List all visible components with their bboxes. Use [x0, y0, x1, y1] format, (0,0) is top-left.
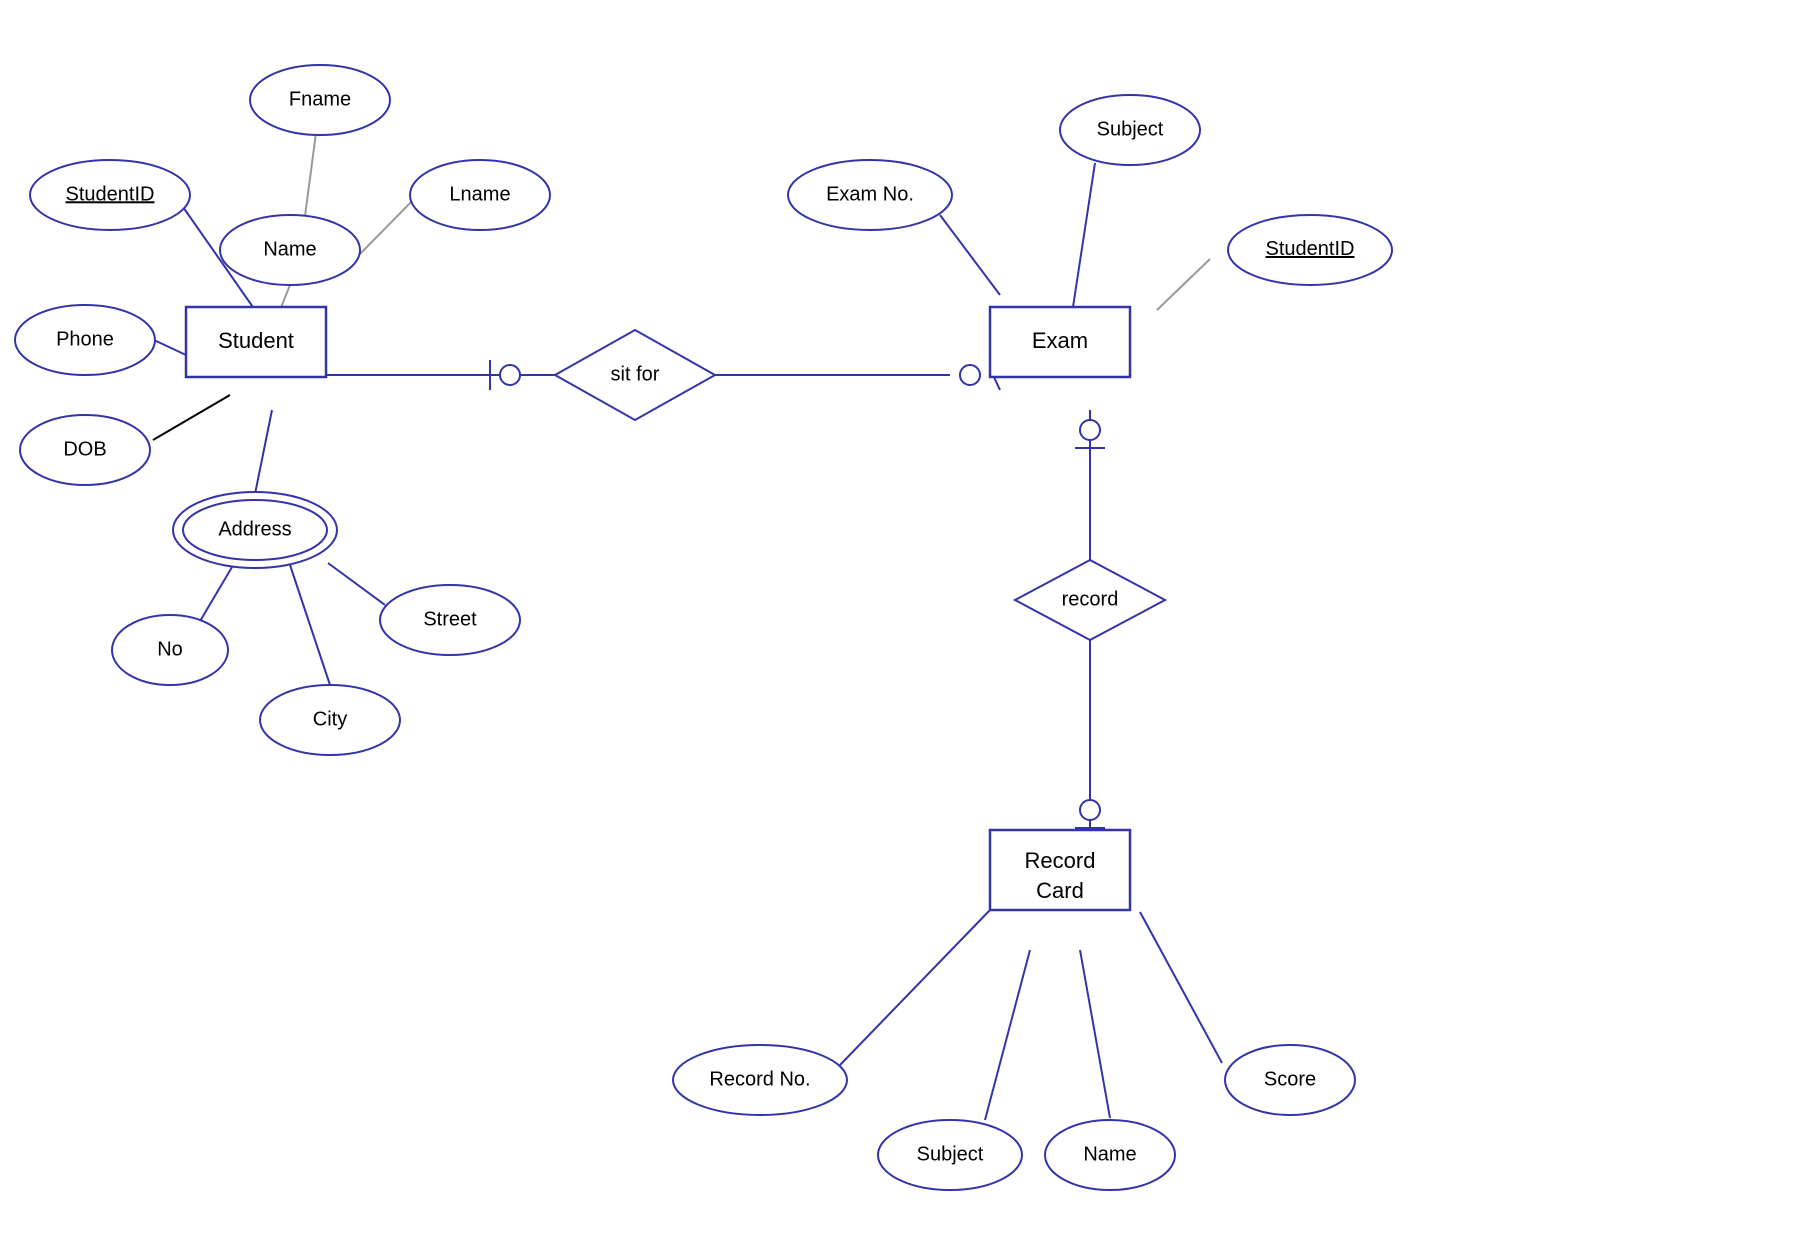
line-subject-rc: [985, 950, 1030, 1120]
line-phone-student: [154, 340, 186, 355]
line-recordno-rc: [840, 910, 990, 1065]
circle-zero-student: [500, 365, 520, 385]
attr-address-label: Address: [218, 518, 291, 540]
line-studentid-exam: [1157, 259, 1210, 310]
rel-record-label: record: [1062, 588, 1119, 610]
circle-record-rc: [1080, 800, 1100, 820]
attr-name-label: Name: [263, 238, 316, 260]
attr-studentid-exam-label: StudentID: [1266, 238, 1355, 260]
attr-examno-label: Exam No.: [826, 183, 914, 205]
circle-exam-record: [1080, 420, 1100, 440]
attr-subject-exam-label: Subject: [1097, 118, 1164, 140]
attr-recordno-label: Record No.: [709, 1068, 810, 1090]
attr-street-label: Street: [423, 608, 477, 630]
line-subject-exam: [1073, 163, 1095, 307]
entity-rc-label-1: Record: [1025, 848, 1096, 873]
attr-fname-label: Fname: [289, 88, 351, 110]
rel-sitfor-label: sit for: [611, 363, 660, 385]
line-fname-name: [305, 133, 316, 216]
attr-score-label: Score: [1264, 1068, 1316, 1090]
entity-student-label: Student: [218, 328, 294, 353]
attr-city-label: City: [313, 708, 347, 730]
attr-lname-label: Lname: [449, 183, 510, 205]
attr-studentid-label: StudentID: [66, 183, 155, 205]
attr-subject-rc-label: Subject: [917, 1143, 984, 1165]
attr-no-label: No: [157, 638, 183, 660]
line-score-rc: [1140, 912, 1222, 1063]
line-address-student: [255, 410, 272, 494]
line-name-rc: [1080, 950, 1110, 1118]
attr-name-rc-label: Name: [1083, 1143, 1136, 1165]
line-street-address: [328, 563, 385, 605]
line-dob-student: [153, 395, 230, 440]
entity-rc-label-2: Card: [1036, 878, 1084, 903]
attr-dob-label: DOB: [63, 438, 106, 460]
line-examno-exam: [940, 215, 1000, 295]
entity-exam-label: Exam: [1032, 328, 1088, 353]
er-diagram: sit for record Student Exam Record Card …: [0, 0, 1800, 1250]
line-lname-name: [358, 195, 418, 256]
circle-many-exam: [960, 365, 980, 385]
line-city-address: [290, 565, 330, 685]
attr-phone-label: Phone: [56, 328, 114, 350]
